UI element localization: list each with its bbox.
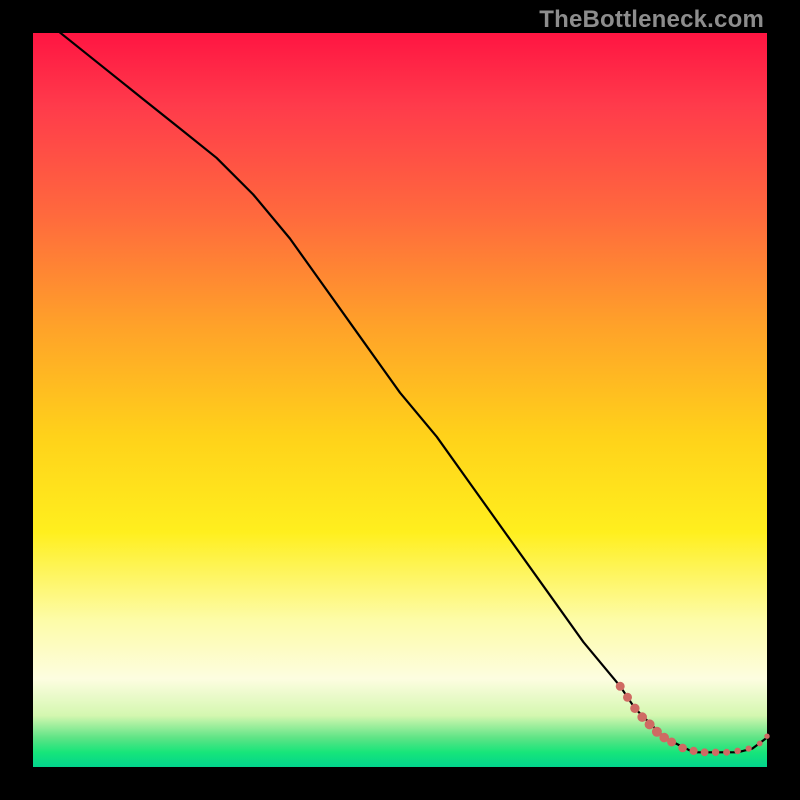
data-point-9 (690, 747, 697, 754)
data-point-10 (701, 749, 708, 756)
data-point-14 (746, 746, 751, 751)
data-point-16 (765, 734, 769, 738)
marker-layer (616, 682, 769, 755)
data-point-15 (757, 741, 762, 746)
data-point-6 (660, 733, 669, 742)
data-point-0 (616, 682, 624, 690)
watermark-text: TheBottleneck.com (539, 6, 764, 34)
data-point-13 (735, 748, 741, 754)
chart-frame: TheBottleneck.com (0, 0, 800, 800)
data-point-3 (638, 713, 647, 722)
data-point-8 (679, 744, 687, 752)
chart-overlay (33, 33, 767, 767)
data-point-5 (652, 727, 661, 736)
data-point-11 (712, 749, 718, 755)
data-point-4 (645, 720, 654, 729)
data-point-7 (668, 738, 676, 746)
data-point-1 (624, 693, 632, 701)
bottleneck-curve (33, 11, 767, 752)
data-point-2 (631, 704, 639, 712)
data-point-12 (724, 749, 730, 755)
